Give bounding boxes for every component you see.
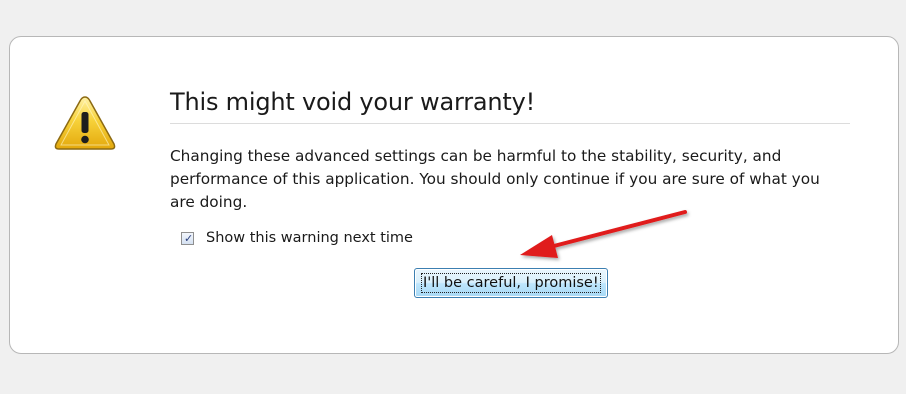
warning-message: Changing these advanced settings can be … — [170, 147, 820, 211]
show-warning-checkbox-row[interactable]: ✓ Show this warning next time — [181, 230, 413, 246]
confirm-careful-button[interactable]: I'll be careful, I promise! — [414, 268, 608, 298]
show-warning-label: Show this warning next time — [206, 230, 413, 246]
title-divider — [170, 123, 850, 124]
dialog-title: This might void your warranty! — [170, 88, 536, 116]
warning-triangle-icon — [54, 96, 116, 150]
show-warning-checkbox[interactable]: ✓ — [181, 231, 194, 245]
confirm-button-label: I'll be careful, I promise! — [421, 273, 601, 293]
checkmark-icon: ✓ — [184, 231, 194, 245]
